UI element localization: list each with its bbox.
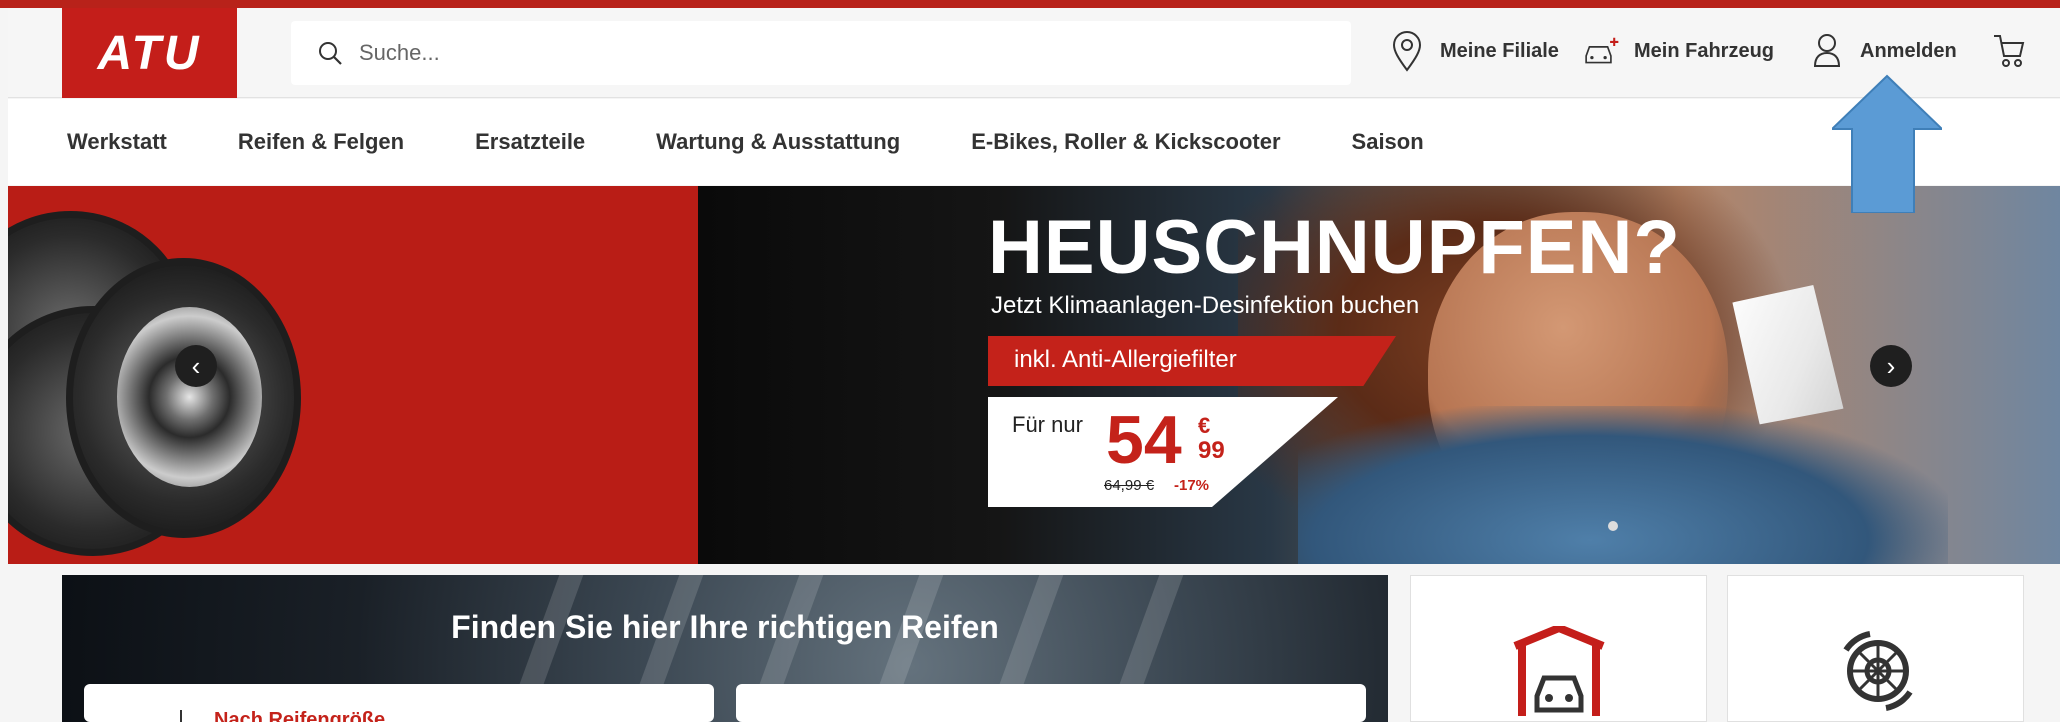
garage-icon <box>1509 626 1609 718</box>
atu-home-page: { "header": { "logo_text": "ATU", "searc… <box>0 0 2060 722</box>
site-header: ATU Suche... Meine Filiale Mein Fahrzeug… <box>8 8 2060 98</box>
nav-ersatzteile[interactable]: Ersatzteile <box>475 129 585 155</box>
service-card-tire-change[interactable] <box>1727 575 2024 722</box>
cart-icon <box>1990 30 2028 72</box>
carousel-next-button[interactable]: › <box>1870 345 1912 387</box>
cart-button[interactable] <box>1990 30 2028 72</box>
my-store-link[interactable]: Meine Filiale <box>1388 30 1559 72</box>
location-pin-icon <box>1388 30 1426 72</box>
my-vehicle-label: Mein Fahrzeug <box>1634 39 1775 62</box>
price-prefix: Für nur <box>1012 412 1083 437</box>
service-card-workshop[interactable] <box>1410 575 1707 722</box>
tire-finder-title: Finden Sie hier Ihre richtigen Reifen <box>451 609 999 645</box>
price-main: 54 <box>1106 402 1182 478</box>
top-accent-line <box>0 0 2060 8</box>
hero-headline: HEUSCHNUPFEN? <box>988 205 1681 290</box>
price-cents: 99 <box>1198 437 1225 464</box>
nav-reifen-felgen[interactable]: Reifen & Felgen <box>238 129 404 155</box>
login-label: Anmelden <box>1860 39 1957 62</box>
hero-shirt <box>1298 406 1948 564</box>
chevron-left-icon: ‹ <box>191 350 201 381</box>
my-store-label: Meine Filiale <box>1440 39 1559 62</box>
card-divider-line <box>180 710 182 722</box>
main-navigation: Werkstatt Reifen & Felgen Ersatzteile Wa… <box>8 99 2060 185</box>
tire-vehicle-card[interactable] <box>736 684 1366 722</box>
promo-text: inkl. Anti-Allergiefilter <box>1014 346 1237 373</box>
promo-banner: inkl. Anti-Allergiefilter <box>988 336 1396 386</box>
tire-size-label: Nach Reifengröße <box>214 709 386 722</box>
hero-subline: Jetzt Klimaanlagen-Desinfektion buchen <box>991 292 1420 319</box>
hero-carousel: HEUSCHNUPFEN? Jetzt Klimaanlagen-Desinfe… <box>8 186 2060 564</box>
discount-badge: -17% <box>1174 477 1210 494</box>
nav-saison[interactable]: Saison <box>1352 129 1424 155</box>
login-link[interactable]: Anmelden <box>1808 30 1957 72</box>
nav-werkstatt[interactable]: Werkstatt <box>67 129 167 155</box>
user-icon <box>1808 30 1846 72</box>
chevron-right-icon: › <box>1886 350 1896 381</box>
old-price: 64,99 € <box>1104 477 1155 494</box>
search-placeholder: Suche... <box>359 40 440 65</box>
annotation-arrow-icon <box>1832 74 1942 213</box>
search-icon <box>315 38 345 68</box>
my-vehicle-link[interactable]: Mein Fahrzeug <box>1582 30 1774 72</box>
wheel-image <box>66 258 301 538</box>
nav-ebikes-roller[interactable]: E-Bikes, Roller & Kickscooter <box>971 129 1280 155</box>
car-plus-icon <box>1582 30 1620 72</box>
search-bar[interactable]: Suche... <box>291 21 1351 85</box>
nav-wartung-ausstattung[interactable]: Wartung & Ausstattung <box>656 129 900 155</box>
atu-logo[interactable]: ATU <box>62 8 237 98</box>
price-currency: € <box>1198 413 1211 438</box>
carousel-indicator-dot[interactable] <box>1608 521 1618 531</box>
rim-image <box>117 307 262 487</box>
tire-change-icon <box>1826 626 1926 718</box>
tire-size-card[interactable]: Nach Reifengröße <box>84 684 714 722</box>
carousel-prev-button[interactable]: ‹ <box>175 345 217 387</box>
